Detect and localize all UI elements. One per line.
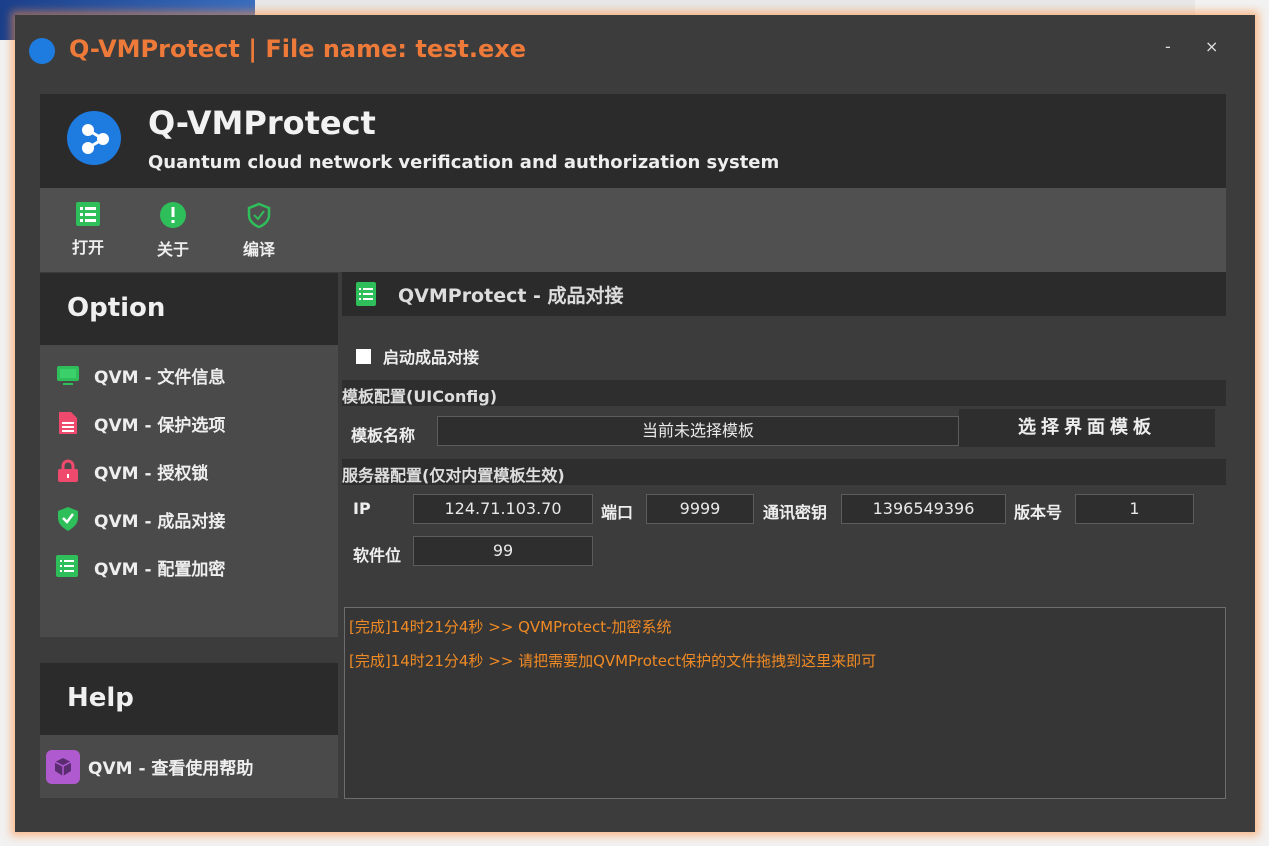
- sidebar-item-help[interactable]: QVM - 查看使用帮助: [40, 735, 338, 798]
- log-line: [完成]14时21分4秒 >> QVMProtect-加密系统: [349, 618, 672, 636]
- compile-button[interactable]: 编译: [234, 202, 284, 260]
- cube-icon: [46, 749, 80, 784]
- title-bar: Q-VMProtect | File name: test.exe - ×: [15, 15, 1255, 85]
- app-window: Q-VMProtect | File name: test.exe - × Q-…: [15, 15, 1255, 832]
- server-section-title: 服务器配置(仅对内置模板生效): [342, 459, 1226, 485]
- log-line: [完成]14时21分4秒 >> 请把需要加QVMProtect保护的文件拖拽到这…: [349, 652, 877, 670]
- key-field[interactable]: 1396549396: [841, 494, 1006, 524]
- option-panel: Option QVM - 文件信息 QVM - 保护选项 QVM - 授权锁 Q…: [40, 273, 338, 637]
- monitor-icon: [57, 366, 79, 385]
- lock-icon: [58, 459, 78, 482]
- port-field[interactable]: 9999: [646, 494, 754, 524]
- log-output[interactable]: [完成]14时21分4秒 >> QVMProtect-加密系统 [完成]14时2…: [344, 607, 1226, 799]
- close-button[interactable]: ×: [1205, 37, 1218, 56]
- sidebar-item-protect-options[interactable]: QVM - 保护选项: [40, 399, 338, 447]
- sidebar-item-product-integration[interactable]: QVM - 成品对接: [40, 495, 338, 543]
- alert-icon: [160, 202, 186, 228]
- shield-check-icon: [58, 507, 78, 531]
- list-icon: [56, 555, 78, 577]
- help-panel: Help QVM - 查看使用帮助: [40, 663, 338, 798]
- app-subtitle: Quantum cloud network verification and a…: [148, 152, 780, 173]
- document-icon: [59, 412, 77, 434]
- template-name-field[interactable]: 当前未选择模板: [437, 416, 959, 446]
- enable-integration-checkbox[interactable]: 启动成品对接: [356, 344, 479, 368]
- template-section-title: 模板配置(UIConfig): [342, 380, 1226, 406]
- version-field[interactable]: 1: [1075, 494, 1194, 524]
- version-label: 版本号: [1014, 503, 1063, 522]
- shield-check-icon: [247, 202, 271, 228]
- open-button[interactable]: 打开: [63, 202, 113, 258]
- app-logo-icon: [29, 38, 55, 64]
- template-name-label: 模板名称: [351, 426, 416, 445]
- about-button[interactable]: 关于: [148, 202, 198, 260]
- panel-header: QVMProtect - 成品对接: [342, 272, 1226, 316]
- help-title: Help: [40, 663, 338, 735]
- main-panel: QVMProtect - 成品对接 启动成品对接 模板配置(UIConfig) …: [342, 272, 1226, 817]
- window-title: Q-VMProtect | File name: test.exe: [69, 35, 527, 63]
- app-logo-icon: [67, 111, 121, 165]
- sidebar-item-file-info[interactable]: QVM - 文件信息: [40, 351, 338, 399]
- port-label: 端口: [601, 503, 634, 522]
- sidebar-item-auth-lock[interactable]: QVM - 授权锁: [40, 447, 338, 495]
- ip-field[interactable]: 124.71.103.70: [413, 494, 593, 524]
- software-field[interactable]: 99: [413, 536, 593, 566]
- ip-label: IP: [353, 499, 371, 518]
- key-label: 通讯密钥: [763, 503, 828, 522]
- list-icon: [356, 282, 376, 306]
- select-template-button[interactable]: 选择界面模板: [959, 409, 1215, 447]
- panel-title: QVMProtect - 成品对接: [398, 284, 624, 307]
- list-icon: [76, 202, 100, 226]
- option-list: QVM - 文件信息 QVM - 保护选项 QVM - 授权锁 QVM - 成品…: [40, 345, 338, 637]
- sidebar-item-config-encrypt[interactable]: QVM - 配置加密: [40, 543, 338, 591]
- software-label: 软件位: [353, 546, 402, 565]
- background-window: [255, 0, 1195, 16]
- minimize-button[interactable]: -: [1165, 37, 1171, 56]
- option-title: Option: [40, 273, 338, 345]
- toolbar: 打开 关于 编译: [40, 188, 1226, 272]
- app-header: Q-VMProtect Quantum cloud network verifi…: [40, 94, 1226, 188]
- help-list: QVM - 查看使用帮助: [40, 735, 338, 798]
- app-title: Q-VMProtect: [148, 104, 376, 142]
